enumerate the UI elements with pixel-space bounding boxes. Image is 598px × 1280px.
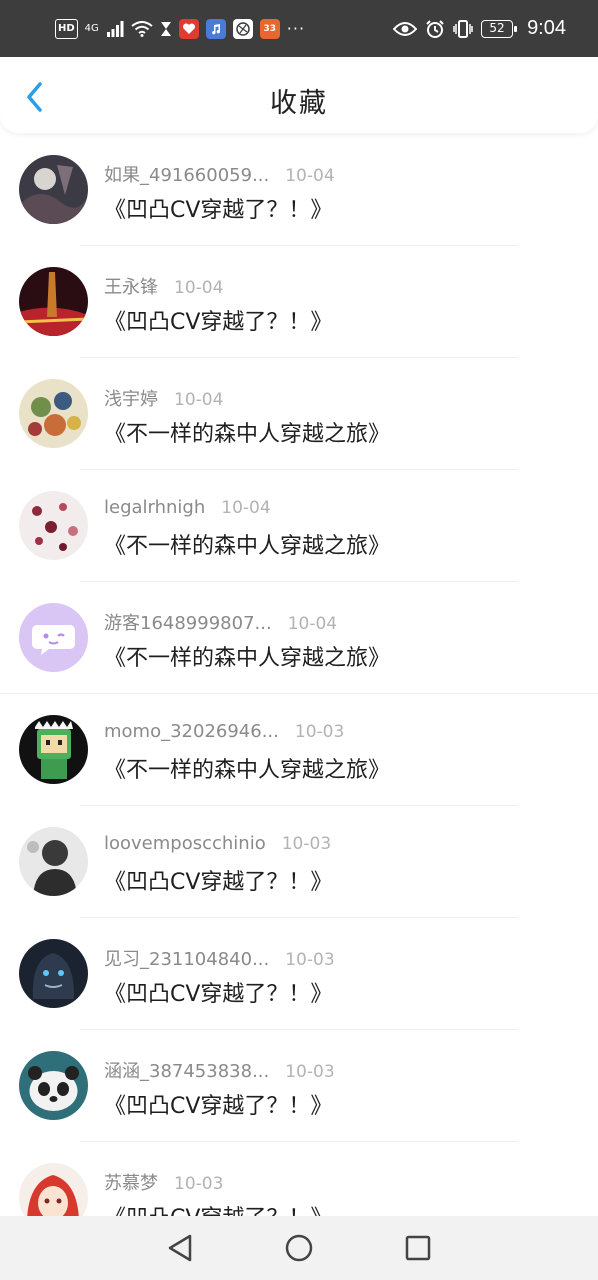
item-meta: 游客1648999807... 10-04 bbox=[104, 609, 337, 635]
status-right-icons: 52 9:04 bbox=[393, 17, 566, 40]
triangle-back-icon bbox=[168, 1234, 191, 1262]
username: momo_32026946... bbox=[104, 721, 279, 742]
item-meta: 如果_491660059... 10-04 bbox=[104, 161, 335, 187]
nav-recents-button[interactable] bbox=[398, 1228, 438, 1268]
more-notifications-icon: ··· bbox=[286, 19, 306, 38]
avatar bbox=[19, 155, 88, 224]
avatar bbox=[19, 827, 88, 896]
item-meta: momo_32026946... 10-03 bbox=[104, 721, 344, 742]
book-title: 《不一样的森中人穿越之旅》 bbox=[104, 646, 391, 671]
date: 10-03 bbox=[285, 1062, 335, 1082]
wifi-icon bbox=[131, 19, 153, 39]
network-type: 4G bbox=[84, 22, 99, 34]
signal-icon bbox=[106, 19, 124, 39]
date: 10-04 bbox=[285, 166, 335, 186]
date: 10-04 bbox=[287, 614, 338, 634]
username: 浅宇婷 bbox=[104, 389, 158, 410]
hourglass-icon bbox=[160, 19, 172, 39]
hd-icon: HD bbox=[55, 18, 78, 39]
avatar bbox=[19, 715, 88, 784]
date: 10-03 bbox=[294, 722, 345, 742]
date: 10-03 bbox=[281, 834, 332, 854]
book-title: 《不一样的森中人穿越之旅》 bbox=[104, 534, 391, 559]
music-app-icon bbox=[205, 18, 226, 39]
square-recents-icon bbox=[406, 1235, 431, 1261]
list-item[interactable]: 如果_491660059... 10-04 《凹凸CV穿越了？！》 bbox=[0, 134, 598, 246]
alarm-icon bbox=[425, 19, 445, 39]
list-item[interactable]: 苏慕梦 10-03 《凹凸CV穿越了？！》 bbox=[0, 1142, 598, 1216]
item-meta: 见习_231104840... 10-03 bbox=[104, 945, 335, 971]
avatar bbox=[19, 379, 88, 448]
item-meta: 苏慕梦 10-03 bbox=[104, 1169, 223, 1195]
list-item[interactable]: 王永锋 10-04 《凹凸CV穿越了？！》 bbox=[0, 246, 598, 358]
vibrate-icon bbox=[453, 19, 473, 39]
browser-app-icon bbox=[232, 18, 253, 39]
avatar bbox=[19, 1051, 88, 1120]
book-title: 《不一样的森中人穿越之旅》 bbox=[104, 758, 391, 783]
date: 10-04 bbox=[174, 390, 224, 410]
favorites-list: 如果_491660059... 10-04 《凹凸CV穿越了？！》 王永锋 10… bbox=[0, 134, 598, 1216]
item-meta: 浅宇婷 10-04 bbox=[104, 385, 223, 411]
book-title: 《凹凸CV穿越了？！》 bbox=[104, 1200, 332, 1216]
item-meta: legalrhnigh 10-04 bbox=[104, 497, 271, 518]
nav-home-button[interactable] bbox=[279, 1228, 319, 1268]
item-meta: loovemposcchinio 10-03 bbox=[104, 833, 331, 854]
date: 10-03 bbox=[174, 1174, 224, 1194]
username: 涵涵_387453838... bbox=[104, 1061, 270, 1082]
battery-indicator: 52 bbox=[481, 19, 518, 38]
date: 10-04 bbox=[174, 278, 224, 298]
list-item[interactable]: legalrhnigh 10-04 《不一样的森中人穿越之旅》 bbox=[0, 470, 598, 582]
app-header: 收藏 bbox=[0, 57, 598, 133]
username: 王永锋 bbox=[104, 277, 158, 298]
avatar bbox=[19, 1163, 88, 1216]
app-notification-icon bbox=[178, 18, 199, 39]
username: legalrhnigh bbox=[104, 497, 206, 518]
list-item[interactable]: 浅宇婷 10-04 《不一样的森中人穿越之旅》 bbox=[0, 358, 598, 470]
list-item[interactable]: 游客1648999807... 10-04 《不一样的森中人穿越之旅》 bbox=[0, 582, 598, 694]
system-nav-bar bbox=[0, 1216, 598, 1280]
avatar bbox=[19, 939, 88, 1008]
book-title: 《凹凸CV穿越了？！》 bbox=[104, 198, 333, 223]
calendar-app-icon: 33 bbox=[259, 18, 280, 39]
book-title: 《凹凸CV穿越了？！》 bbox=[104, 310, 333, 335]
item-meta: 涵涵_387453838... 10-03 bbox=[104, 1057, 335, 1083]
nav-back-button[interactable] bbox=[160, 1228, 200, 1268]
item-meta: 王永锋 10-04 bbox=[104, 273, 223, 299]
username: 如果_491660059... bbox=[104, 165, 270, 186]
circle-home-icon bbox=[285, 1234, 313, 1262]
list-item[interactable]: 见习_231104840... 10-03 《凹凸CV穿越了？！》 bbox=[0, 918, 598, 1030]
username: 苏慕梦 bbox=[104, 1173, 158, 1194]
book-title: 《不一样的森中人穿越之旅》 bbox=[104, 422, 391, 447]
list-item[interactable]: 涵涵_387453838... 10-03 《凹凸CV穿越了？！》 bbox=[0, 1030, 598, 1142]
page-title: 收藏 bbox=[270, 88, 328, 119]
username: 见习_231104840... bbox=[104, 949, 270, 970]
avatar bbox=[19, 491, 88, 560]
eye-icon bbox=[393, 19, 418, 39]
avatar bbox=[19, 603, 88, 672]
avatar bbox=[19, 267, 88, 336]
username: loovemposcchinio bbox=[104, 833, 266, 854]
date: 10-03 bbox=[285, 950, 335, 970]
date: 10-04 bbox=[221, 498, 271, 518]
list-item[interactable]: loovemposcchinio 10-03 《凹凸CV穿越了？！》 bbox=[0, 806, 598, 918]
book-title: 《凹凸CV穿越了？！》 bbox=[104, 870, 333, 895]
status-bar: HD 4G 33 ··· 52 9:04 bbox=[0, 0, 598, 57]
status-left-icons: HD 4G 33 ··· bbox=[55, 18, 323, 39]
book-title: 《凹凸CV穿越了？！》 bbox=[104, 1094, 333, 1119]
username: 游客1648999807... bbox=[104, 613, 272, 634]
book-title: 《凹凸CV穿越了？！》 bbox=[104, 982, 333, 1007]
clock: 9:04 bbox=[527, 17, 566, 39]
list-item[interactable]: momo_32026946... 10-03 《不一样的森中人穿越之旅》 bbox=[0, 694, 598, 806]
